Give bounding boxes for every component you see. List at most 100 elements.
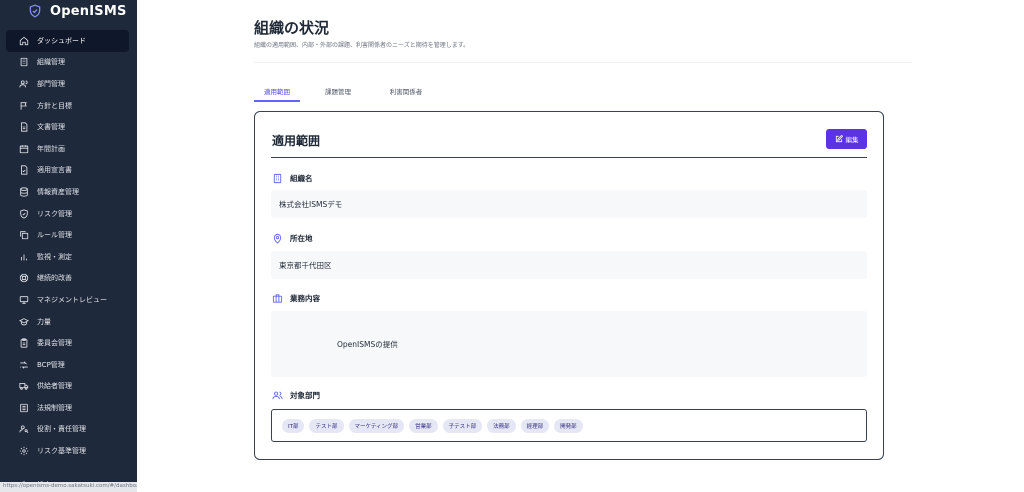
- department-tag: 法務部: [487, 418, 516, 433]
- scope-card: 適用範囲 編集 組織名 株式会社ISMSデモ 所在地 東京都千代田区 業務内容 …: [254, 111, 884, 460]
- tab-issues[interactable]: 課題管理: [308, 80, 368, 102]
- sidebar-item-label: マネジメントレビュー: [37, 295, 107, 304]
- brand-name: OpenISMS: [50, 3, 127, 19]
- business-label: 業務内容: [272, 293, 320, 304]
- department-tag: マーケティング部: [348, 418, 405, 433]
- users-icon: [19, 80, 28, 88]
- sidebar-item-16[interactable]: 供給者管理: [6, 376, 129, 398]
- truck-icon: [19, 383, 29, 391]
- shield-icon: [20, 208, 28, 219]
- sidebar-item-label: ルール管理: [37, 231, 72, 240]
- database-icon: [20, 187, 28, 197]
- sidebar-item-label: 監視・測定: [37, 252, 72, 261]
- sidebar-item-label: 適用宣言書: [37, 166, 72, 175]
- url-status-bar: https://openisms-demo.sakatsuki.com/#/da…: [0, 482, 150, 492]
- sidebar-item-6[interactable]: 適用宣言書: [6, 160, 129, 182]
- org-name-value: 株式会社ISMSデモ: [271, 190, 867, 218]
- sidebar-item-4[interactable]: 文書管理: [6, 116, 129, 138]
- declaration-icon: [21, 165, 28, 175]
- sidebar-item-label: 組織管理: [37, 58, 65, 67]
- presentation-icon: [19, 296, 29, 304]
- route-icon: [20, 361, 28, 369]
- document-icon: [21, 122, 28, 132]
- brand[interactable]: OpenISMS: [0, 0, 137, 22]
- page-title: 組織の状況: [254, 19, 330, 37]
- sidebar-item-3[interactable]: 方針と目標: [6, 95, 129, 117]
- department-tag: 開発部: [554, 418, 583, 433]
- list-icon: [20, 403, 28, 413]
- sidebar-nav: ダッシュボード 組織管理部門管理方針と目標文書管理年間計画適用宣言書情報資産管理リ…: [0, 30, 137, 462]
- sidebar-item-label: 情報資産管理: [37, 187, 79, 196]
- sidebar-item-label: リスク基準管理: [37, 447, 86, 456]
- department-tag: 経理部: [520, 418, 550, 433]
- sidebar-item-label: 法規制管理: [37, 403, 72, 412]
- edit-icon: [835, 135, 843, 143]
- sidebar: OpenISMS ダッシュボード 組織管理部門管理方針と目標文書管理年間計画適用宣…: [0, 0, 150, 492]
- sidebar-item-label: 委員会管理: [37, 339, 72, 348]
- users-icon: [272, 391, 283, 400]
- briefcase-icon: [272, 294, 283, 303]
- user-key-icon: [19, 425, 29, 434]
- tab-stakeholders[interactable]: 利害関係者: [376, 80, 436, 102]
- department-tag: テスト部: [309, 418, 344, 433]
- department-tag: 営業部: [409, 418, 438, 433]
- graduation-cap-icon: [19, 317, 29, 325]
- org-name-label: 組織名: [272, 173, 313, 184]
- tab-bar: 適用範囲 課題管理 利害関係者: [254, 80, 436, 102]
- building-icon: [273, 173, 282, 184]
- sidebar-item-label: 方針と目標: [37, 101, 72, 110]
- departments-tags: IT部 テスト部 マーケティング部 営業部 子テスト部 法務部 経理部 開発部: [271, 409, 867, 442]
- card-divider: [271, 157, 867, 158]
- map-pin-icon: [273, 233, 282, 244]
- sidebar-item-5[interactable]: 年間計画: [6, 138, 129, 160]
- clipboard-icon: [20, 338, 28, 348]
- home-icon: [19, 36, 29, 45]
- sidebar-item-label: 役割・責任管理: [37, 425, 86, 434]
- sidebar-item-13[interactable]: 力量: [6, 311, 129, 333]
- edit-button-label: 編集: [845, 137, 859, 144]
- lifebuoy-icon: [19, 274, 29, 283]
- business-value: OpenISMSの提供: [271, 311, 867, 377]
- sidebar-item-15[interactable]: BCP管理: [6, 354, 129, 376]
- sidebar-item-11[interactable]: 継続的改善: [6, 268, 129, 290]
- sidebar-item-label: 年間計画: [37, 144, 65, 153]
- sidebar-item-label: リスク管理: [37, 209, 72, 218]
- copy-icon: [20, 231, 29, 240]
- sidebar-item-12[interactable]: マネジメントレビュー: [6, 289, 129, 311]
- location-value: 東京都千代田区: [271, 251, 867, 279]
- departments-label: 対象部門: [272, 390, 320, 401]
- sidebar-item-7[interactable]: 情報資産管理: [6, 181, 129, 203]
- department-tag: 子テスト部: [442, 418, 483, 433]
- bar-chart-icon: [21, 254, 27, 261]
- edit-button[interactable]: 編集: [826, 129, 867, 149]
- calendar-icon: [19, 145, 29, 153]
- sidebar-item-9[interactable]: ルール管理: [6, 224, 129, 246]
- card-title: 適用範囲: [272, 134, 321, 148]
- building-icon: [20, 58, 28, 67]
- sidebar-item-14[interactable]: 委員会管理: [6, 332, 129, 354]
- sidebar-item-19[interactable]: リスク基準管理: [6, 440, 129, 462]
- sidebar-item-0[interactable]: ダッシュボード: [6, 30, 129, 52]
- page-subtitle: 組織の適用範囲、内部・外部の課題、利害関係者のニーズと期待を管理します。: [254, 42, 470, 49]
- location-label: 所在地: [272, 233, 313, 244]
- sidebar-item-17[interactable]: 法規制管理: [6, 397, 129, 419]
- sidebar-item-label: 継続的改善: [37, 274, 72, 283]
- sidebar-item-label: 供給者管理: [37, 382, 72, 391]
- sidebar-item-label: ダッシュボード: [37, 36, 86, 45]
- sidebar-item-10[interactable]: 監視・測定: [6, 246, 129, 268]
- sidebar-item-label: 部門管理: [37, 79, 65, 88]
- shield-logo-icon: [29, 4, 41, 18]
- sidebar-item-8[interactable]: リスク管理: [6, 203, 129, 225]
- sidebar-item-18[interactable]: 役割・責任管理: [6, 419, 129, 441]
- header-divider: [254, 62, 912, 63]
- sidebar-item-1[interactable]: 組織管理: [6, 52, 129, 74]
- tab-scope[interactable]: 適用範囲: [254, 80, 300, 102]
- sidebar-item-label: 力量: [37, 317, 51, 326]
- sidebar-item-label: BCP管理: [37, 360, 65, 369]
- main-content: 組織の状況 組織の適用範囲、内部・外部の課題、利害関係者のニーズと期待を管理しま…: [137, 0, 1024, 492]
- department-tag: IT部: [282, 418, 305, 433]
- gear-icon: [19, 446, 29, 456]
- sidebar-item-2[interactable]: 部門管理: [6, 73, 129, 95]
- flag-icon: [20, 101, 27, 110]
- sidebar-item-label: 文書管理: [37, 123, 65, 132]
